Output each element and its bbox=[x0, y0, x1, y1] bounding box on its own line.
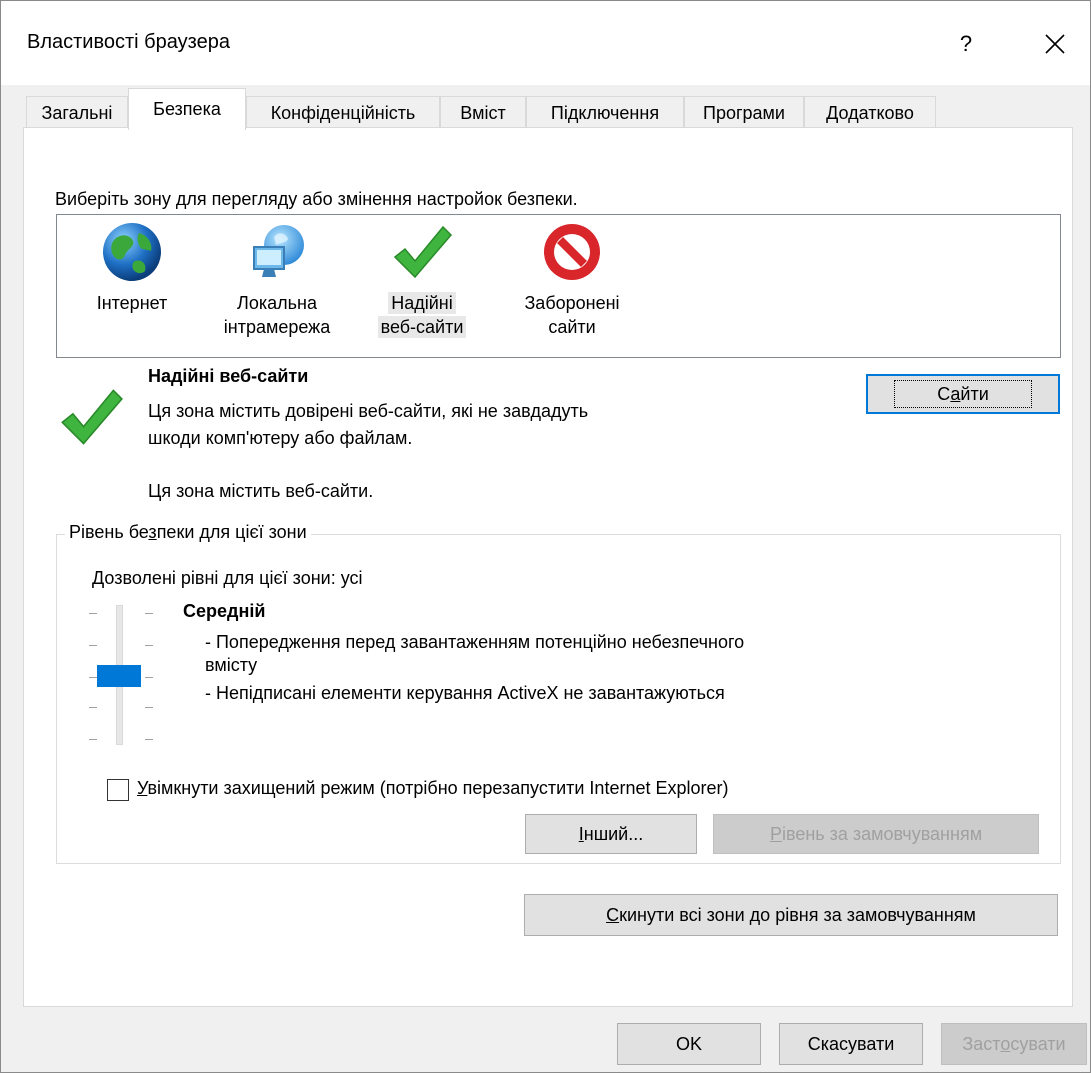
window-title: Властивості браузера bbox=[27, 31, 230, 53]
cancel-button[interactable]: Скасувати bbox=[779, 1023, 923, 1065]
selected-zone-checkmark-icon bbox=[61, 389, 123, 445]
tab-advanced[interactable]: Додатково bbox=[804, 96, 936, 129]
title-bar: Властивості браузера ? bbox=[1, 1, 1090, 85]
slider-thumb[interactable] bbox=[97, 665, 141, 687]
help-button[interactable]: ? bbox=[941, 19, 991, 69]
zone-trusted-sites[interactable]: Надійні веб-сайти bbox=[357, 219, 487, 349]
sites-button[interactable]: Сайти bbox=[866, 374, 1060, 414]
tab-strip: Загальні Безпека Конфіденційність Вміст … bbox=[26, 88, 1076, 130]
tab-privacy[interactable]: Конфіденційність bbox=[246, 96, 440, 129]
tab-programs[interactable]: Програми bbox=[684, 96, 804, 129]
protected-mode-checkbox[interactable] bbox=[107, 779, 129, 801]
selected-zone-desc-1: Ця зона містить довірені веб-сайти, які … bbox=[148, 401, 589, 421]
tab-security[interactable]: Безпека bbox=[128, 88, 246, 130]
security-tab-panel: Виберіть зону для перегляду або змінення… bbox=[23, 127, 1073, 1007]
zone-local-intranet[interactable]: Локальна інтрамережа bbox=[212, 219, 342, 349]
default-level-button[interactable]: Рівень за замовчуванням bbox=[713, 814, 1039, 854]
zone-list: Інтернет Локальна інтрамережа Надійні ве… bbox=[56, 214, 1061, 358]
apply-button[interactable]: Застосувати bbox=[941, 1023, 1087, 1065]
security-level-group: Рівень безпеки для цієї зони Дозволені р… bbox=[56, 522, 1061, 864]
tab-content[interactable]: Вміст bbox=[440, 96, 526, 129]
close-button[interactable] bbox=[1025, 19, 1085, 69]
protected-mode-label[interactable]: Увімкнути захищений режим (потрібно пере… bbox=[137, 778, 729, 799]
zone-restricted-sites[interactable]: Заборонені сайти bbox=[507, 219, 637, 349]
tab-connections[interactable]: Підключення bbox=[526, 96, 684, 129]
security-level-slider[interactable] bbox=[57, 535, 157, 765]
tab-general[interactable]: Загальні bbox=[26, 96, 128, 129]
intranet-icon bbox=[253, 225, 304, 277]
level-bullet-1: - Попередження перед завантаженням потен… bbox=[205, 632, 745, 652]
close-icon bbox=[1045, 34, 1065, 54]
prohibited-icon bbox=[544, 224, 600, 280]
checkmark-icon bbox=[393, 225, 453, 279]
selected-zone-title: Надійні веб-сайти bbox=[148, 366, 309, 386]
selected-zone-note: Ця зона містить веб-сайти. bbox=[148, 481, 374, 501]
zone-prompt: Виберіть зону для перегляду або змінення… bbox=[55, 189, 578, 209]
security-level-name: Середній bbox=[183, 601, 266, 621]
globe-icon bbox=[103, 223, 161, 281]
zone-internet[interactable]: Інтернет bbox=[67, 219, 197, 349]
help-icon: ? bbox=[959, 31, 973, 56]
custom-level-button[interactable]: Інший... bbox=[525, 814, 697, 854]
reset-all-zones-button[interactable]: Скинути всі зони до рівня за замовчуванн… bbox=[524, 894, 1058, 936]
ok-button[interactable]: OK bbox=[617, 1023, 761, 1065]
selected-zone-desc-2: шкоди комп'ютеру або файлам. bbox=[148, 428, 413, 448]
browser-properties-dialog: Властивості браузера ? Загальні Безпека … bbox=[0, 0, 1091, 1073]
level-bullet-2: - Непідписані елементи керування ActiveX… bbox=[205, 683, 725, 703]
level-bullet-1-cont: вмісту bbox=[205, 655, 258, 675]
